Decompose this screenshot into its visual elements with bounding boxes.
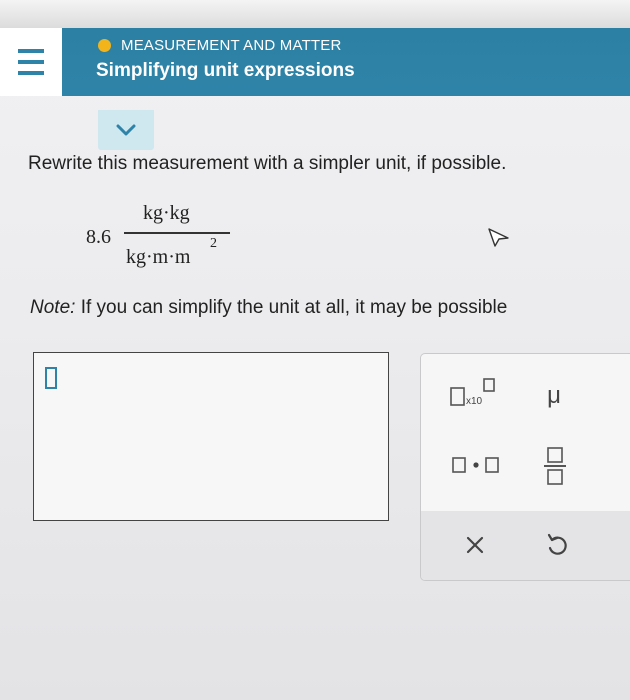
mu-symbol: μ [547, 382, 561, 409]
undo-button[interactable] [535, 525, 579, 565]
fraction-button[interactable] [535, 444, 575, 488]
undo-icon [547, 533, 567, 555]
clear-x-icon [466, 536, 484, 554]
note-text: Note: If you can simplify the unit at al… [30, 297, 507, 319]
topic-status-dot [98, 38, 111, 52]
multiply-dot-icon [452, 457, 499, 473]
browser-top-strip [0, 0, 630, 28]
menu-button[interactable] [0, 28, 62, 96]
fraction-bar [124, 232, 230, 234]
mouse-pointer-icon [488, 228, 509, 247]
topic-line: MEASUREMENT AND MATTER [98, 36, 342, 54]
hamburger-icon [18, 49, 44, 75]
multiply-dot-button[interactable] [447, 450, 505, 480]
note-body: If you can simplify the unit at all, it … [75, 297, 508, 318]
app-header: MEASUREMENT AND MATTER Simplifying unit … [0, 0, 630, 96]
collapse-toggle[interactable] [98, 110, 154, 150]
unit-denominator: kg·m·m [126, 246, 191, 268]
unit-numerator: kg·kg [143, 202, 190, 224]
sci-label: x10 [466, 396, 483, 407]
measurement-coefficient: 8.6 [86, 226, 111, 248]
scientific-notation-button[interactable]: x10 [447, 376, 505, 412]
clear-button[interactable] [451, 525, 499, 565]
note-label: Note: [30, 297, 76, 318]
question-prompt: Rewrite this measurement with a simpler … [28, 153, 507, 174]
lesson-title: Simplifying unit expressions [96, 60, 355, 81]
topic-name: MEASUREMENT AND MATTER [121, 36, 342, 54]
empty-box-cursor-icon [45, 367, 57, 389]
unit-exponent: 2 [210, 236, 217, 251]
mu-button[interactable]: μ [531, 378, 577, 414]
palette-action-row [421, 511, 630, 580]
chevron-down-icon [116, 124, 136, 136]
math-palette: x10 μ [420, 353, 630, 581]
answer-input[interactable] [33, 352, 389, 521]
fraction-icon [544, 447, 566, 485]
scientific-notation-icon: x10 [450, 378, 495, 407]
